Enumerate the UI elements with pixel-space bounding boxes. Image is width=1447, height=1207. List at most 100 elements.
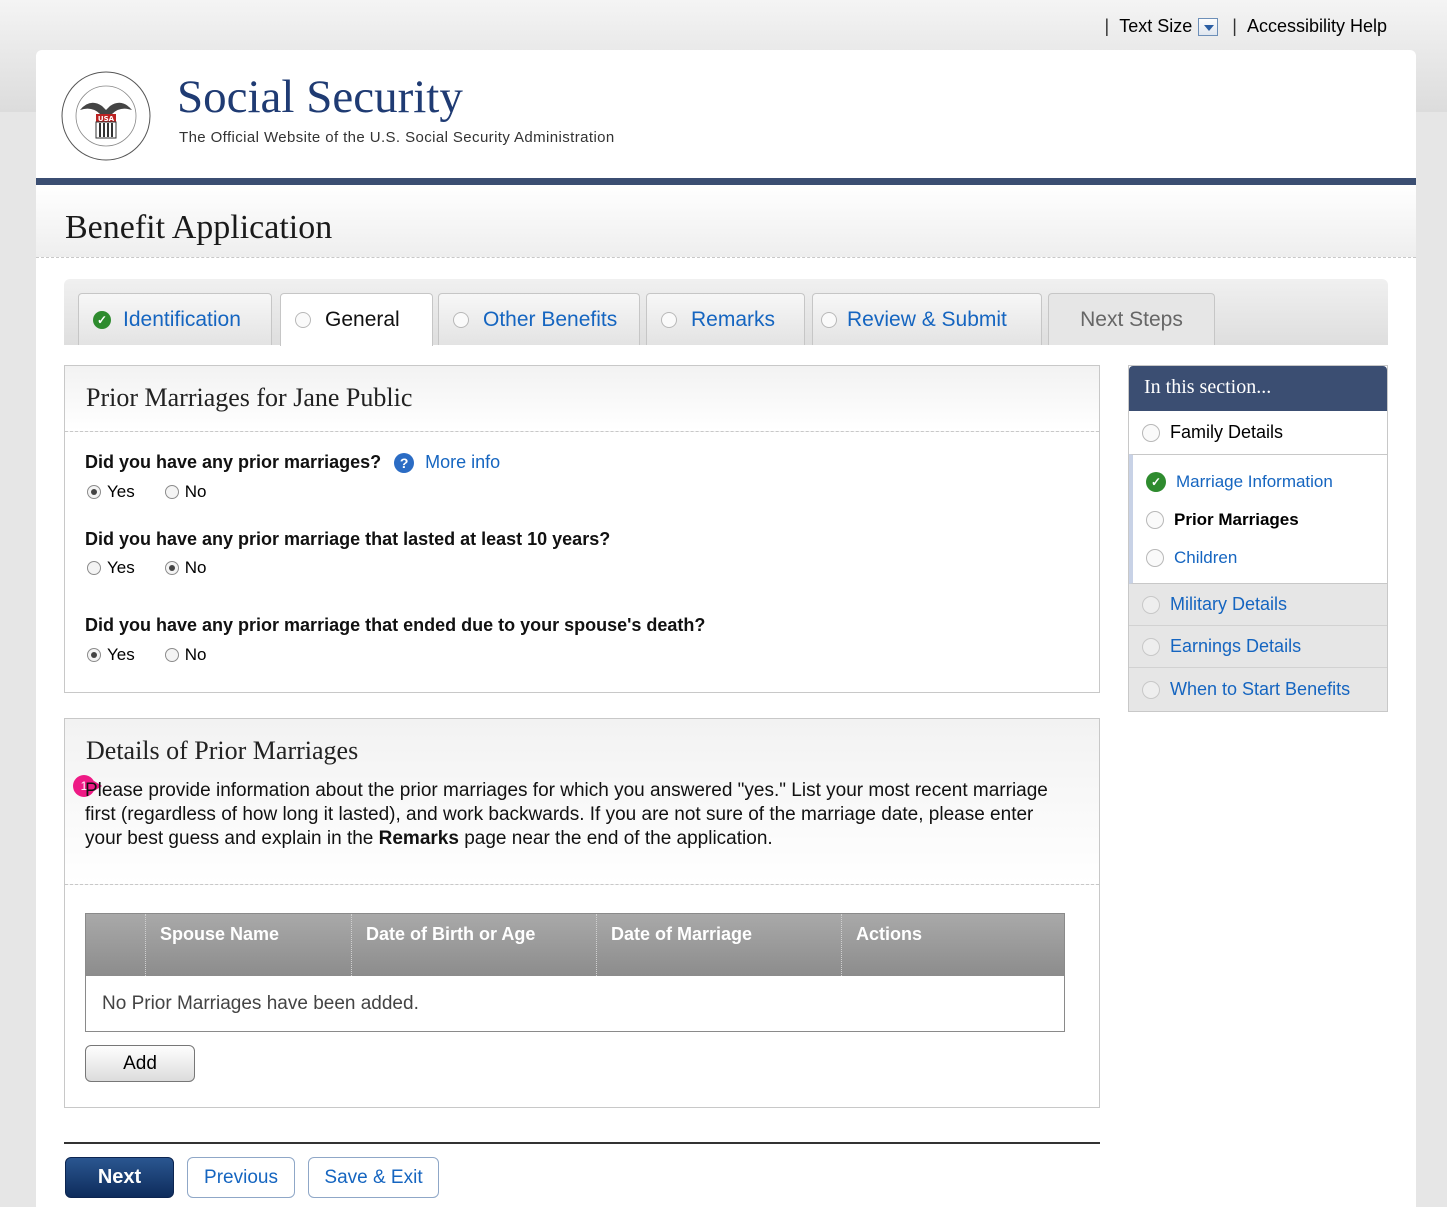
question-ten-years: Did you have any prior marriage that las… (85, 529, 610, 550)
radio-no[interactable]: No (164, 482, 206, 502)
radio-label: Yes (107, 482, 135, 501)
sidebar-item-label: Earnings Details (1170, 636, 1302, 656)
add-button[interactable]: Add (85, 1045, 195, 1082)
page-title-band: Benefit Application (36, 185, 1416, 258)
question-prior-marriages: Did you have any prior marriages? ? More… (85, 452, 500, 474)
text-size-dropdown-icon[interactable] (1198, 17, 1219, 36)
tab-label: Other Benefits (483, 307, 618, 331)
separator: | (1104, 16, 1110, 36)
radio-group-spouse-death: Yes No (87, 645, 236, 665)
column-header-actions: Actions (856, 924, 923, 944)
question-text: Did you have any prior marriages? (85, 452, 382, 472)
utility-bar: | Text Size | Accessibility Help (1095, 16, 1387, 37)
header-divider (36, 178, 1416, 185)
radio-unselected-icon (164, 485, 179, 499)
radio-ring-icon (295, 312, 311, 328)
sidebar-item-label: When to Start Benefits (1170, 679, 1351, 699)
column-header-select (86, 914, 146, 976)
footer-divider (64, 1142, 1100, 1144)
tab-identification[interactable]: ✓ Identification (78, 293, 272, 345)
radio-no[interactable]: No (164, 645, 207, 665)
sidebar-item-military-details[interactable]: Military Details (1129, 584, 1387, 626)
prior-marriages-table: Spouse Name Date of Birth or Age Date of… (85, 913, 1065, 1032)
radio-ring-icon (453, 311, 469, 328)
text-size-link[interactable]: Text Size (1119, 16, 1192, 37)
radio-yes[interactable]: Yes (87, 645, 135, 665)
previous-button[interactable]: Previous (187, 1157, 295, 1198)
check-complete-icon: ✓ (93, 310, 111, 329)
radio-label: No (184, 645, 207, 664)
panel-title: Details of Prior Marriages (86, 736, 359, 765)
details-panel: Details of Prior Marriages 1 Please prov… (64, 718, 1100, 1108)
sidebar-item-marriage-information[interactable]: ✓ Marriage Information (1133, 463, 1387, 501)
sidebar-item-label: Marriage Information (1176, 472, 1333, 491)
desc-text: page near the end of the application. (458, 828, 773, 849)
sidebar-item-label: Prior Marriages (1174, 510, 1299, 529)
tab-review-submit[interactable]: Review & Submit (812, 293, 1042, 345)
tab-label: Remarks (691, 307, 776, 331)
table-empty-message: No Prior Marriages have been added. (102, 992, 419, 1014)
tab-remarks[interactable]: Remarks (646, 293, 805, 345)
question-text: Did you have any prior marriage that las… (85, 529, 611, 549)
radio-unselected-icon (164, 648, 179, 662)
radio-label: No (184, 558, 207, 577)
radio-ring-icon (1142, 423, 1160, 442)
radio-selected-icon (164, 561, 179, 575)
panel-header: Prior Marriages for Jane Public (65, 366, 1099, 432)
tab-label: Review & Submit (847, 307, 1007, 331)
page-title: Benefit Application (65, 209, 333, 246)
radio-selected-icon (87, 485, 101, 499)
sidebar-item-children[interactable]: Children (1133, 539, 1387, 577)
question-text: Did you have any prior marriage that end… (85, 615, 706, 635)
table-header: Spouse Name Date of Birth or Age Date of… (86, 914, 1064, 976)
more-info-link[interactable]: More info (425, 452, 500, 472)
check-complete-icon: ✓ (1146, 472, 1166, 492)
tab-next-steps: Next Steps (1048, 293, 1215, 345)
sidebar-item-prior-marriages[interactable]: Prior Marriages (1133, 501, 1387, 539)
sidebar-title: In this section... (1129, 366, 1387, 411)
radio-no[interactable]: No (164, 558, 207, 578)
column-header-spouse-name: Spouse Name (146, 914, 352, 976)
radio-label: Yes (107, 645, 135, 664)
radio-group-ten-years: Yes No (87, 558, 236, 578)
radio-group-prior-marriages: Yes No (87, 482, 236, 502)
sidebar-item-label: Military Details (1170, 594, 1288, 614)
details-description: Please provide information about the pri… (85, 779, 1075, 851)
tab-general[interactable]: General (280, 293, 433, 346)
ssa-seal-logo: USA (61, 71, 151, 161)
radio-ring-icon (821, 311, 837, 328)
tab-label: Identification (123, 307, 241, 331)
accessibility-help-link[interactable]: Accessibility Help (1247, 16, 1387, 37)
section-sidebar: In this section... Family Details ✓ Marr… (1128, 365, 1388, 712)
radio-yes[interactable]: Yes (87, 558, 135, 578)
radio-yes[interactable]: Yes (87, 482, 135, 502)
sidebar-item-family-details[interactable]: Family Details (1129, 411, 1387, 454)
next-button[interactable]: Next (65, 1157, 174, 1198)
tab-label: Next Steps (1080, 307, 1183, 331)
tab-label: General (325, 308, 400, 331)
sidebar-item-earnings-details[interactable]: Earnings Details (1129, 626, 1387, 668)
main-card: USA Social Security The Official Website… (36, 50, 1416, 1207)
radio-ring-icon (1146, 549, 1164, 567)
prior-marriages-panel: Prior Marriages for Jane Public Did you … (64, 365, 1100, 693)
radio-ring-icon (661, 311, 677, 328)
sidebar-item-label: Children (1174, 548, 1238, 567)
panel-title: Prior Marriages for Jane Public (86, 383, 413, 412)
radio-unselected-icon (87, 561, 101, 575)
sidebar-subsection: ✓ Marriage Information Prior Marriages C… (1129, 454, 1387, 584)
site-title[interactable]: Social Security (177, 74, 463, 121)
radio-label: Yes (107, 558, 135, 577)
remarks-emphasis: Remarks (378, 828, 459, 849)
radio-ring-icon (1142, 637, 1160, 656)
save-exit-button[interactable]: Save & Exit (308, 1157, 439, 1198)
column-header-date-of-birth: Date of Birth or Age (352, 914, 597, 976)
sidebar-item-when-to-start[interactable]: When to Start Benefits (1129, 668, 1387, 711)
radio-selected-icon (87, 648, 101, 662)
svg-text:USA: USA (98, 115, 115, 123)
tab-other-benefits[interactable]: Other Benefits (438, 293, 640, 345)
column-header-date-of-marriage: Date of Marriage (597, 914, 842, 976)
radio-ring-icon (1142, 595, 1160, 614)
radio-ring-icon (1146, 511, 1164, 529)
help-icon[interactable]: ? (394, 453, 415, 474)
question-spouse-death: Did you have any prior marriage that end… (85, 615, 705, 636)
